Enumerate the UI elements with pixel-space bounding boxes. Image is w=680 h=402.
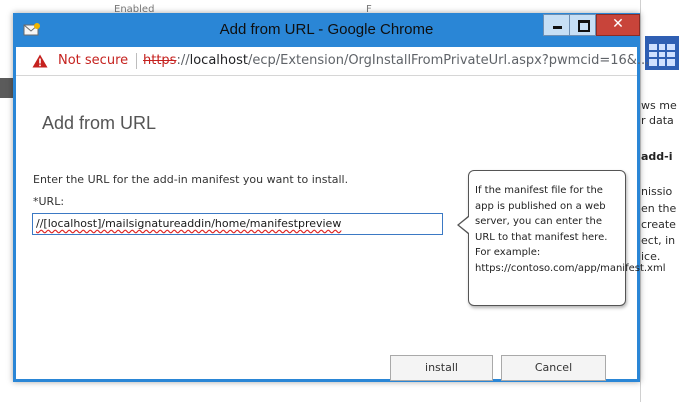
instruction-text: Enter the URL for the add-in manifest yo… — [33, 173, 349, 186]
url-host: localhost — [189, 53, 248, 68]
background-panel-text: nissio — [641, 185, 673, 198]
close-icon: ✕ — [612, 16, 624, 32]
maximize-button[interactable] — [569, 14, 596, 36]
background-panel-heading: add-i — [641, 150, 673, 163]
close-button[interactable]: ✕ — [596, 14, 640, 36]
url-separator: :// — [176, 53, 190, 68]
warning-icon — [32, 54, 48, 68]
not-secure-label[interactable]: Not secure — [58, 53, 128, 68]
callout-pointer-fill — [459, 217, 469, 233]
cancel-button[interactable]: Cancel — [501, 355, 606, 381]
url-text[interactable]: https://localhost/ecp/Extension/OrgInsta… — [143, 53, 649, 68]
minimize-button[interactable] — [543, 14, 570, 36]
dialog-title: Add from URL — [42, 113, 157, 133]
title-bar[interactable]: Add from URL - Google Chrome ✕ — [13, 13, 640, 47]
url-field-label: *URL: — [33, 195, 65, 208]
background-panel-text: en the — [641, 202, 677, 215]
background-panel-text: ect, in — [641, 234, 676, 247]
background-panel-text: r data — [641, 114, 674, 127]
help-callout: If the manifest file for the app is publ… — [468, 170, 666, 306]
background-side-tab — [0, 78, 14, 98]
background-panel-text: create — [641, 218, 676, 231]
background-panel-text: ice. — [641, 250, 661, 263]
maximize-icon — [578, 20, 590, 32]
address-bar[interactable]: Not secure https://localhost/ecp/Extensi… — [16, 47, 649, 76]
url-scheme: https — [143, 53, 177, 68]
chrome-popup-window: Add from URL - Google Chrome ✕ Not secur… — [13, 13, 666, 382]
install-button[interactable]: install — [390, 355, 493, 381]
url-path: /ecp/Extension/OrgInstallFromPrivateUrl.… — [247, 53, 650, 68]
minimize-icon — [553, 26, 562, 29]
background-panel-text: ws me — [641, 99, 677, 112]
url-input[interactable]: //[localhost]/mailsignatureaddin/home/ma… — [32, 213, 443, 235]
dialog-content: Add from URL Enter the URL for the add-i… — [16, 76, 666, 381]
address-separator — [136, 53, 137, 69]
calendar-icon — [645, 36, 679, 70]
